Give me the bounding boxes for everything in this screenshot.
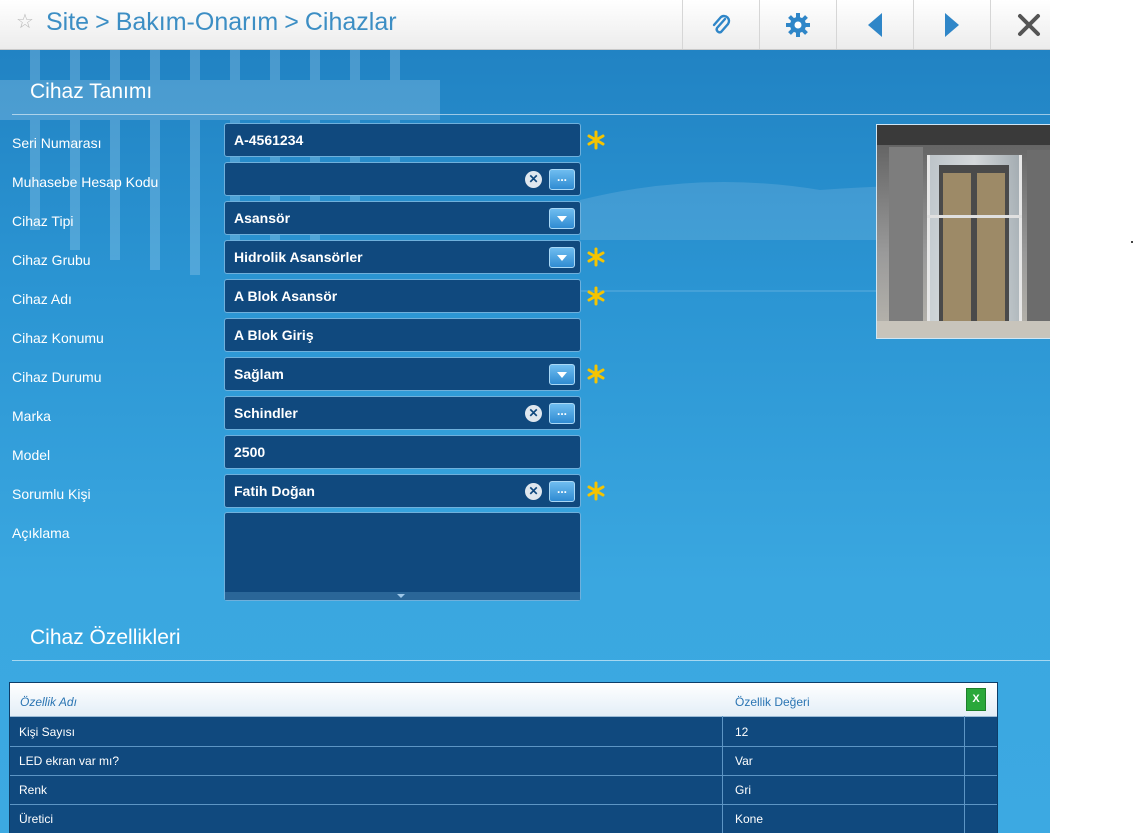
section-divider xyxy=(12,660,1050,661)
responsible-person-value: Fatih Doğan xyxy=(234,483,315,499)
section-divider xyxy=(12,114,1050,115)
breadcrumb-devices: Cihazlar xyxy=(304,8,397,36)
clear-icon[interactable]: ✕ xyxy=(525,405,542,422)
account-code-lookup-button[interactable]: ... xyxy=(549,169,575,190)
chevron-down-icon[interactable] xyxy=(549,364,575,385)
asterisk-icon xyxy=(587,286,605,306)
breadcrumb-site[interactable]: Site xyxy=(46,8,89,36)
asterisk-icon xyxy=(587,364,605,384)
responsible-person-label: Sorumlu Kişi xyxy=(12,486,91,502)
device-type-value: Asansör xyxy=(234,210,291,226)
paperclip-icon xyxy=(712,14,731,33)
device-group-value: Hidrolik Asansörler xyxy=(234,249,363,265)
next-arrow-icon xyxy=(945,12,959,37)
serial-number-label: Seri Numarası xyxy=(12,135,102,151)
property-name-cell: Renk xyxy=(19,783,48,797)
breadcrumb-separator: > xyxy=(284,8,299,36)
top-bar: ☆ Site > Bakım-Onarım > Cihazlar xyxy=(0,0,1050,50)
device-status-label: Cihaz Durumu xyxy=(12,369,102,385)
brand-label: Marka xyxy=(12,408,51,424)
column-divider xyxy=(722,716,723,833)
table-header: Özellik Adı Özellik Değeri X xyxy=(10,683,997,717)
asterisk-icon xyxy=(587,130,605,150)
previous-button[interactable] xyxy=(836,0,913,49)
description-label: Açıklama xyxy=(12,525,70,541)
description-textarea[interactable] xyxy=(224,512,581,601)
device-type-select[interactable]: Asansör xyxy=(224,201,581,235)
clear-icon[interactable]: ✕ xyxy=(525,483,542,500)
model-label: Model xyxy=(12,447,51,463)
favorite-star-icon[interactable]: ☆ xyxy=(16,12,34,32)
property-value-cell: Kone xyxy=(735,812,764,826)
responsible-person-lookup-button[interactable]: ... xyxy=(549,481,575,502)
account-code-label: Muhasebe Hesap Kodu xyxy=(12,174,159,190)
device-group-select[interactable]: Hidrolik Asansörler xyxy=(224,240,581,274)
asterisk-icon xyxy=(587,247,605,267)
breadcrumb-maintenance[interactable]: Bakım-Onarım xyxy=(116,8,279,36)
resize-handle[interactable] xyxy=(225,592,580,600)
property-value-cell: Var xyxy=(735,754,753,768)
previous-arrow-icon xyxy=(868,12,882,37)
gear-icon xyxy=(786,12,810,37)
serial-number-value: A-4561234 xyxy=(234,132,304,148)
property-name-cell: Kişi Sayısı xyxy=(19,725,76,739)
device-group-label: Cihaz Grubu xyxy=(12,252,91,268)
property-value-cell: 12 xyxy=(735,725,749,739)
device-definition-title: Cihaz Tanımı xyxy=(30,80,153,103)
property-name-cell: Üretici xyxy=(19,812,54,826)
settings-button[interactable] xyxy=(759,0,836,49)
device-type-label: Cihaz Tipi xyxy=(12,213,74,229)
attachment-button[interactable] xyxy=(682,0,759,49)
asterisk-icon xyxy=(587,481,605,501)
device-location-label: Cihaz Konumu xyxy=(12,330,104,346)
brand-lookup-button[interactable]: ... xyxy=(549,403,575,424)
model-value: 2500 xyxy=(234,444,266,460)
table-row[interactable]: Üretici Kone xyxy=(10,804,997,833)
device-name-value: A Blok Asansör xyxy=(234,288,338,304)
device-location-value: A Blok Giriş xyxy=(234,327,314,343)
device-name-field[interactable]: A Blok Asansör xyxy=(224,279,581,313)
table-row[interactable]: LED ekran var mı? Var xyxy=(10,746,997,776)
brand-value: Schindler xyxy=(234,405,298,421)
device-photo[interactable] xyxy=(876,124,1050,339)
close-button[interactable] xyxy=(990,0,1050,49)
device-name-label: Cihaz Adı xyxy=(12,291,72,307)
brand-field[interactable]: Schindler ✕ ... xyxy=(224,396,581,430)
device-location-field[interactable]: A Blok Giriş xyxy=(224,318,581,352)
serial-number-field[interactable]: A-4561234 xyxy=(224,123,581,157)
device-status-value: Sağlam xyxy=(234,366,284,382)
property-value-cell: Gri xyxy=(735,783,751,797)
export-excel-icon[interactable]: X xyxy=(966,688,986,711)
model-field[interactable]: 2500 xyxy=(224,435,581,469)
next-button[interactable] xyxy=(913,0,990,49)
close-icon xyxy=(1018,13,1040,36)
chevron-down-icon[interactable] xyxy=(549,208,575,229)
breadcrumb-separator: > xyxy=(95,8,110,36)
table-row[interactable]: Renk Gri xyxy=(10,775,997,805)
elevator-image xyxy=(877,125,1050,338)
device-properties-title: Cihaz Özellikleri xyxy=(30,626,181,649)
device-status-select[interactable]: Sağlam xyxy=(224,357,581,391)
column-header-property-value[interactable]: Özellik Değeri xyxy=(735,695,810,709)
property-name-cell: LED ekran var mı? xyxy=(19,754,120,768)
table-row[interactable]: Kişi Sayısı 12 xyxy=(10,717,997,747)
column-divider xyxy=(964,716,965,833)
column-header-property-name[interactable]: Özellik Adı xyxy=(20,695,77,709)
app-window: ☆ Site > Bakım-Onarım > Cihazlar Cihaz T… xyxy=(0,0,1050,833)
account-code-field[interactable]: ✕ ... xyxy=(224,162,581,196)
responsible-person-field[interactable]: Fatih Doğan ✕ ... xyxy=(224,474,581,508)
chevron-down-icon[interactable] xyxy=(549,247,575,268)
clear-icon[interactable]: ✕ xyxy=(525,171,542,188)
properties-table: Özellik Adı Özellik Değeri X Kişi Sayısı… xyxy=(9,682,998,833)
breadcrumb: Site > Bakım-Onarım > Cihazlar xyxy=(46,8,403,36)
